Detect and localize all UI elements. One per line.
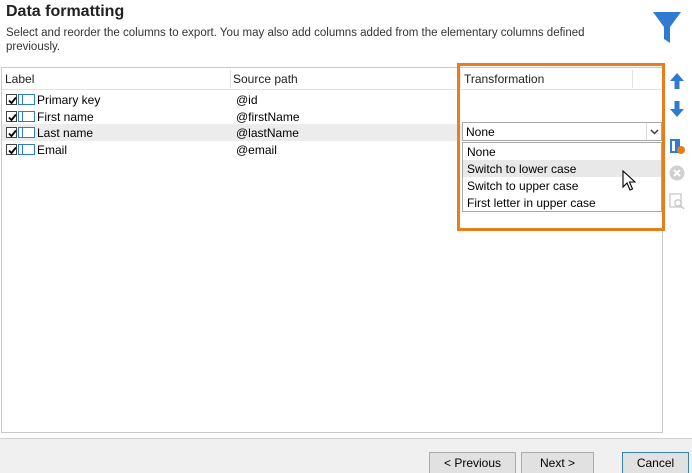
dropdown-option-first-letter-upper[interactable]: First letter in upper case bbox=[463, 194, 661, 211]
dropdown-option-none[interactable]: None bbox=[463, 143, 661, 160]
transformation-selected-value: None bbox=[466, 125, 495, 139]
filter-icon[interactable] bbox=[652, 10, 682, 46]
row-label: Primary key bbox=[37, 93, 101, 107]
row-label: First name bbox=[37, 110, 94, 124]
row-label: Email bbox=[37, 143, 68, 157]
row-checkbox[interactable] bbox=[6, 127, 17, 138]
column-icon bbox=[18, 144, 35, 155]
column-icon bbox=[18, 127, 35, 138]
delete-icon[interactable] bbox=[668, 164, 686, 182]
row-label: Last name bbox=[37, 126, 94, 140]
row-checkbox[interactable] bbox=[6, 144, 17, 155]
grid-header: Label Source path Transformation bbox=[2, 68, 662, 90]
next-button[interactable]: Next > bbox=[521, 452, 594, 473]
page-title: Data formatting bbox=[6, 3, 125, 20]
column-header-source-path[interactable]: Source path bbox=[233, 72, 298, 86]
column-header-transformation[interactable]: Transformation bbox=[464, 72, 544, 86]
transformation-select[interactable]: None bbox=[462, 122, 662, 141]
footer: < Previous Next > Cancel bbox=[0, 438, 692, 473]
page-subtitle: Select and reorder the columns to export… bbox=[6, 27, 585, 53]
move-down-icon[interactable] bbox=[668, 100, 686, 118]
column-icon bbox=[18, 94, 35, 105]
column-header-label[interactable]: Label bbox=[5, 72, 34, 86]
row-source-path: @email bbox=[236, 143, 277, 157]
previous-button[interactable]: < Previous bbox=[429, 452, 516, 473]
detail-icon[interactable] bbox=[668, 192, 686, 210]
column-icon bbox=[18, 111, 35, 122]
row-checkbox[interactable] bbox=[6, 94, 17, 105]
column-divider[interactable] bbox=[632, 70, 633, 88]
column-divider[interactable] bbox=[460, 70, 461, 88]
mouse-cursor-icon bbox=[622, 170, 637, 191]
header: Data formatting Select and reorder the c… bbox=[0, 0, 692, 60]
row-source-path: @firstName bbox=[236, 110, 300, 124]
row-checkbox[interactable] bbox=[6, 111, 17, 122]
move-up-icon[interactable] bbox=[668, 72, 686, 90]
cancel-button[interactable]: Cancel bbox=[622, 452, 689, 473]
add-column-icon[interactable] bbox=[668, 137, 686, 155]
table-row[interactable]: Primary key @id bbox=[2, 91, 662, 108]
chevron-down-icon[interactable] bbox=[646, 123, 661, 140]
row-source-path: @lastName bbox=[236, 126, 299, 140]
column-divider[interactable] bbox=[230, 70, 231, 88]
row-source-path: @id bbox=[236, 93, 258, 107]
